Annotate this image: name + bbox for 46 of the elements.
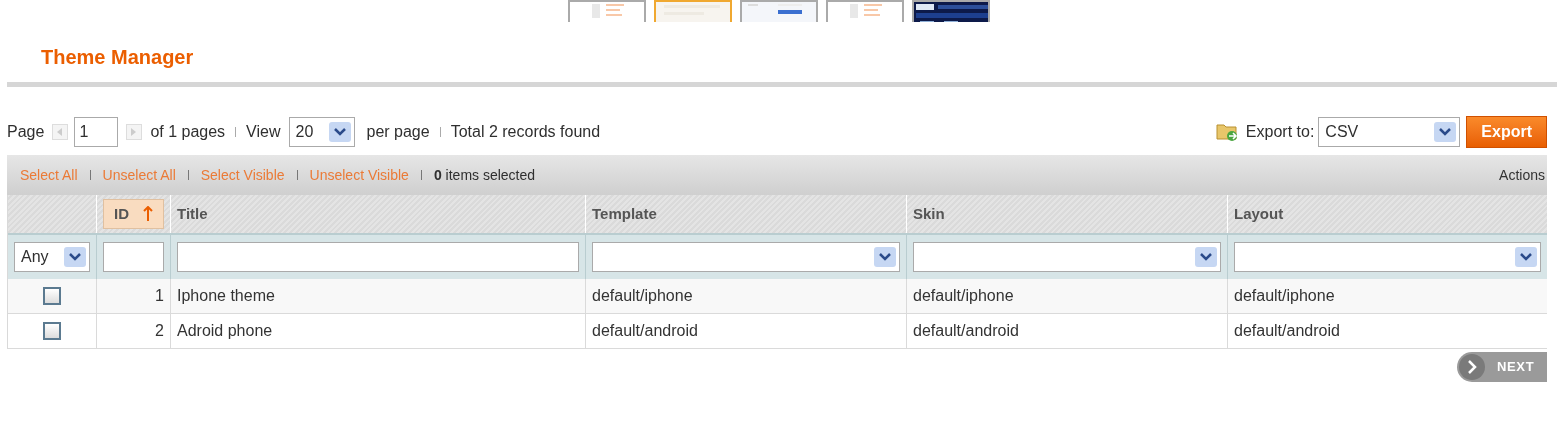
pager-text: View [246,122,281,142]
export-folder-icon [1215,122,1240,142]
records-count: Total 2 records found [450,122,601,142]
table-cell-text: default/android [592,321,698,341]
table-cell-text: 1 [155,286,164,306]
column-header[interactable]: Skin [913,202,945,226]
filter-select[interactable] [913,242,1221,272]
column-header[interactable]: ID [103,199,164,229]
table-cell-text: 2 [155,321,164,341]
per-page-select[interactable]: 20 [288,117,355,147]
caret-icon [874,247,896,267]
table-cell-text: default/iphone [592,286,693,306]
column-header[interactable]: Layout [1234,202,1284,226]
caret-icon [64,247,86,267]
row-checkbox[interactable] [43,322,61,340]
sort-arrow-icon [143,206,153,222]
pager-text: per page [366,122,430,142]
table-cell-text: Adroid phone [177,321,273,341]
export-format-select[interactable]: CSV [1318,117,1461,147]
pager-text: of 1 pages [150,122,226,142]
caret-icon [328,122,351,142]
export-label: Export to: [1245,122,1315,142]
filter-field[interactable] [177,242,579,272]
chevron-icon [1459,354,1485,380]
previous-page-icon[interactable] [52,124,69,140]
filter-field[interactable] [103,242,164,272]
page-title: Theme Manager [41,45,195,70]
pager-label: Page [7,122,45,142]
filter-select[interactable]: Any [14,242,90,272]
filter-select[interactable] [1234,242,1541,272]
page-field[interactable]: 1 [74,117,119,147]
table-cell-text: default/iphone [913,286,1014,306]
table-cell-text: default/android [1234,321,1340,341]
table-cell-text: Iphone theme [177,286,275,306]
actions-label: Actions [1499,165,1546,185]
caret-icon [1515,247,1537,267]
row-checkbox[interactable] [43,287,61,305]
caret-icon [1195,247,1217,267]
selection-count: 0 items selected [433,165,536,185]
caret-icon [1434,122,1457,142]
table-cell-text: default/iphone [1234,286,1335,306]
column-header[interactable]: Template [592,202,657,226]
filter-select[interactable] [592,242,900,272]
column-header[interactable]: Title [177,202,208,226]
table-cell-text: default/android [913,321,1019,341]
next-page-icon[interactable] [126,124,143,140]
